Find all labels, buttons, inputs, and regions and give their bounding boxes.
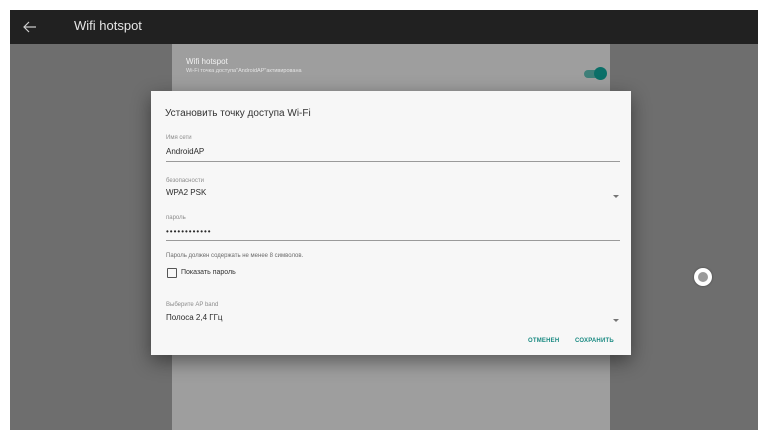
ssid-label: Имя сети bbox=[166, 135, 192, 141]
android-tv-screen: Wifi hotspot Wifi hotspot Wi-Fi точка до… bbox=[10, 10, 758, 430]
ap-band-select[interactable]: Полоса 2,4 ГГц bbox=[166, 313, 223, 322]
ssid-input[interactable]: AndroidAP bbox=[166, 147, 204, 156]
security-label: безопасности bbox=[166, 178, 204, 184]
save-button[interactable]: СОХРАНИТЬ bbox=[575, 338, 614, 344]
show-password-label[interactable]: Показать пароль bbox=[181, 269, 236, 276]
ap-band-label: Выберите AP band bbox=[166, 302, 219, 308]
hotspot-row-title[interactable]: Wifi hotspot bbox=[186, 57, 228, 66]
arrow-left-icon[interactable] bbox=[21, 18, 39, 36]
chevron-down-icon[interactable] bbox=[613, 319, 619, 322]
radio-button-icon[interactable] bbox=[694, 268, 712, 286]
password-underline bbox=[166, 240, 620, 241]
ssid-underline bbox=[166, 161, 620, 162]
app-bar: Wifi hotspot bbox=[10, 10, 758, 44]
security-select[interactable]: WPA2 PSK bbox=[166, 188, 206, 197]
password-input[interactable]: •••••••••••• bbox=[166, 227, 212, 236]
password-helper-text: Пароль должен содержать не менее 8 симво… bbox=[166, 253, 304, 259]
page-title: Wifi hotspot bbox=[74, 18, 142, 33]
show-password-checkbox[interactable] bbox=[167, 268, 177, 278]
hotspot-toggle[interactable] bbox=[584, 67, 607, 81]
toggle-thumb bbox=[594, 67, 607, 80]
password-label: пароль bbox=[166, 215, 186, 221]
hotspot-row-subtitle: Wi-Fi точка доступа"AndroidAP"активирова… bbox=[186, 68, 302, 74]
cancel-button[interactable]: ОТМЕНЕН bbox=[528, 338, 559, 344]
wifi-hotspot-dialog: Установить точку доступа Wi-Fi Имя сети … bbox=[151, 91, 631, 355]
dialog-title: Установить точку доступа Wi-Fi bbox=[165, 108, 311, 119]
chevron-down-icon[interactable] bbox=[613, 195, 619, 198]
